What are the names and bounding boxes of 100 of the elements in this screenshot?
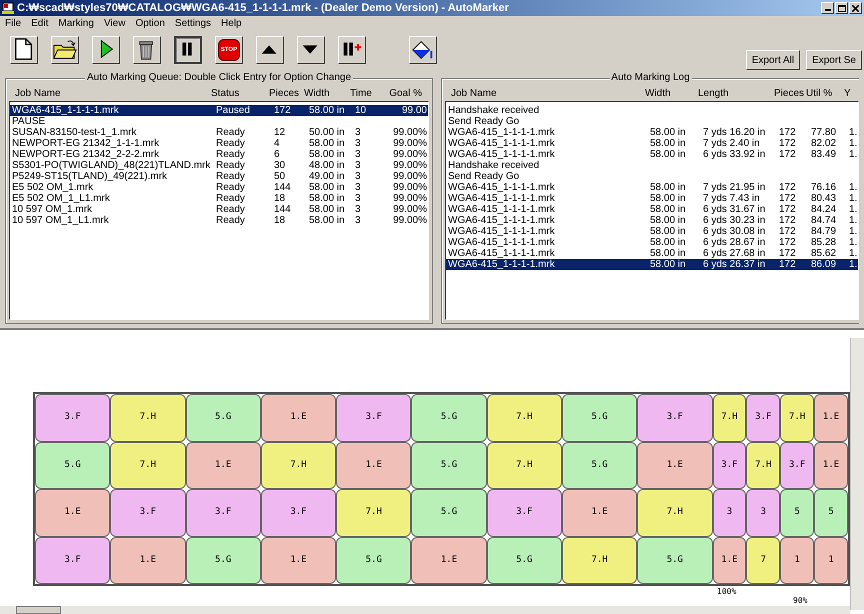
export-button[interactable]: Export All	[746, 50, 800, 70]
list-row[interactable]: WGA6-415_1-1-1-1.mrk 58.00 in 6 yds 27.68 in 172 85.62 1.	[446, 248, 858, 259]
close-button[interactable]	[849, 2, 862, 14]
window-title: C:₩scad₩styles70₩CATALOG₩WGA6-415_1-1-1-1.mrk - (Dealer Demo Version) - AutoMarker	[17, 0, 510, 16]
list-row[interactable]: WGA6-415_1-1-1-1.mrk 58.00 in 7 yds 21.95 in 172 76.16 1.	[446, 182, 858, 193]
column-header[interactable]: Goal %	[378, 86, 422, 100]
pattern-piece: 5	[780, 489, 814, 536]
list-row[interactable]: E5 502 OM_1_L1.mrk Ready 18 58.00 in 3 99.00%	[10, 193, 428, 204]
pattern-piece: 3.F	[637, 394, 712, 442]
log-message: PAUSE	[11, 116, 46, 127]
list-row[interactable]: WGA6-415_1-1-1-1.mrk 58.00 in 6 yds 31.67 in 172 84.24 1.	[446, 204, 858, 215]
list-row[interactable]: WGA6-415_1-1-1-1.mrk 58.00 in 7 yds 16.20 in 172 77.80 1.	[446, 127, 858, 138]
vertical-scrollbar[interactable]	[850, 338, 864, 610]
list-row[interactable]: PAUSE	[10, 116, 428, 127]
menu-item[interactable]: Help	[216, 17, 247, 31]
list-row[interactable]: WGA6-415_1-1-1-1.mrk Paused 172 58.00 in 10 99.00	[10, 105, 428, 116]
table-cell-text: 172	[273, 105, 292, 116]
paint-bucket-icon	[411, 38, 435, 62]
table-cell-text: NEWPORT-EG 21342_1-1-1.mrk	[11, 138, 160, 149]
list-row[interactable]: NEWPORT-EG 21342_2-2-2.mrk Ready 6 58.00 in 3 99.00%	[10, 149, 428, 160]
table-cell-text: 172	[778, 248, 797, 259]
pattern-piece: 5.G	[637, 536, 712, 584]
table-cell-text: 58.00 in	[649, 226, 687, 237]
pattern-piece: 1.E	[411, 536, 487, 584]
pattern-piece: 3.F	[486, 489, 562, 536]
table-cell-text: 6 yds 28.67 in	[702, 237, 766, 248]
pattern-piece: 1.E	[260, 394, 336, 442]
table-cell-text: 86.09	[810, 259, 838, 270]
table-cell-text: 10	[354, 105, 368, 116]
menu-item[interactable]: View	[98, 17, 130, 31]
pattern-piece: 3.F	[712, 442, 746, 489]
toolbar-button[interactable]	[174, 36, 202, 64]
table-cell-text: 58.00 in	[649, 259, 687, 270]
pattern-piece: 7.H	[486, 442, 562, 489]
list-row[interactable]: E5 502 OM_1.mrk Ready 144 58.00 in 3 99.00%	[10, 182, 428, 193]
horizontal-scrollbar[interactable]	[0, 606, 850, 614]
table-cell-text: 58.00 in	[649, 182, 687, 193]
pattern-piece: 3	[746, 489, 780, 536]
table-cell-text: 3	[354, 160, 362, 171]
pattern-piece: 5.G	[562, 442, 638, 489]
column-header[interactable]: Width	[639, 86, 692, 100]
column-header[interactable]: Width	[298, 86, 344, 100]
table-cell-text: 1.	[848, 182, 857, 193]
list-row[interactable]: Send Ready Go	[446, 116, 858, 127]
list-row[interactable]: WGA6-415_1-1-1-1.mrk 58.00 in 6 yds 26.37 in 172 86.09 1.	[446, 259, 858, 270]
list-row[interactable]: Send Ready Go	[446, 171, 858, 182]
pattern-piece: 1.E	[712, 536, 746, 584]
column-header[interactable]: Job Name	[445, 86, 639, 100]
table-cell-text: 6 yds 30.08 in	[702, 226, 766, 237]
pattern-piece: 5.G	[411, 489, 487, 536]
table-cell-text: 3	[354, 138, 362, 149]
list-row[interactable]: 10 597 OM_1.mrk Ready 144 58.00 in 3 99.00%	[10, 204, 428, 215]
list-row[interactable]: Handshake received	[446, 105, 858, 116]
list-row[interactable]: WGA6-415_1-1-1-1.mrk 58.00 in 7 yds 2.40 in 172 82.02 1.	[446, 138, 858, 149]
list-row[interactable]: WGA6-415_1-1-1-1.mrk 58.00 in 6 yds 28.67 in 172 85.28 1.	[446, 237, 858, 248]
table-cell-text: 99.00%	[392, 215, 427, 226]
menu-item[interactable]: File	[0, 17, 26, 31]
column-header[interactable]: Job Name	[9, 86, 205, 100]
maximize-icon	[838, 4, 846, 12]
list-row[interactable]: WGA6-415_1-1-1-1.mrk 58.00 in 6 yds 30.08 in 172 84.79 1.	[446, 226, 858, 237]
column-header[interactable]: Time	[344, 86, 378, 100]
pattern-piece: 3.F	[35, 536, 110, 584]
table-cell-text: 172	[778, 259, 797, 270]
minimize-button[interactable]	[821, 2, 834, 14]
pattern-piece: 5.G	[486, 536, 562, 584]
column-header[interactable]: Status	[205, 86, 263, 100]
list-row[interactable]: 10 597 OM_1_L1.mrk Ready 18 58.00 in 3 99.00%	[10, 215, 428, 226]
list-row[interactable]: NEWPORT-EG 21342_1-1-1.mrk Ready 4 58.00 in 3 99.00%	[10, 138, 428, 149]
list-row[interactable]: P5249-ST15(TLAND)_49(221).mrk Ready 50 49.00 in 3 99.00%	[10, 171, 428, 182]
pattern-piece: 5.G	[411, 442, 487, 489]
table-cell-text: E5 502 OM_1_L1.mrk	[11, 193, 111, 204]
list-row[interactable]: S5301-PO(TWIGLAND)_48(221)TLAND.mrk Ready 30 48.00 in 3 99.00%	[10, 160, 428, 171]
column-header[interactable]: Y	[838, 86, 852, 100]
list-row[interactable]: SUSAN-83150-test-1_1.mrk Ready 12 50.00 in 3 99.00%	[10, 127, 428, 138]
table-cell-text: 144	[273, 204, 292, 215]
pattern-piece: 7	[746, 536, 780, 584]
table-cell-text: 7 yds 7.43 in	[702, 193, 761, 204]
list-row[interactable]: Handshake received	[446, 160, 858, 171]
table-cell-text: WGA6-415_1-1-1-1.mrk	[447, 127, 556, 138]
table-cell-text: E5 502 OM_1.mrk	[11, 182, 94, 193]
maximize-button[interactable]	[835, 2, 848, 14]
pattern-piece: 1	[814, 536, 848, 584]
table-cell-text: Ready	[215, 149, 246, 160]
menu-item[interactable]: Option	[130, 17, 170, 31]
list-row[interactable]: WGA6-415_1-1-1-1.mrk 58.00 in 7 yds 7.43 in 172 80.43 1.	[446, 193, 858, 204]
log-message: Handshake received	[447, 105, 540, 116]
table-cell-text: WGA6-415_1-1-1-1.mrk	[447, 259, 556, 270]
export-button[interactable]: Export Se	[806, 50, 862, 70]
list-row[interactable]: WGA6-415_1-1-1-1.mrk 58.00 in 6 yds 33.92 in 172 83.49 1.	[446, 149, 858, 160]
column-header[interactable]: Pieces	[263, 86, 298, 100]
menu-item[interactable]: Marking	[53, 17, 99, 31]
table-cell-text: 99.00	[400, 105, 427, 116]
log-message: Send Ready Go	[447, 116, 520, 127]
menu-item[interactable]: Settings	[170, 17, 216, 31]
table-cell-text: Ready	[215, 171, 246, 182]
list-row[interactable]: WGA6-415_1-1-1-1.mrk 58.00 in 6 yds 30.23 in 172 84.74 1.	[446, 215, 858, 226]
table-cell-text: 58.00 in	[649, 127, 687, 138]
column-header[interactable]: Length	[692, 86, 768, 100]
pattern-piece: 1	[780, 536, 814, 584]
menu-item[interactable]: Edit	[26, 17, 54, 31]
